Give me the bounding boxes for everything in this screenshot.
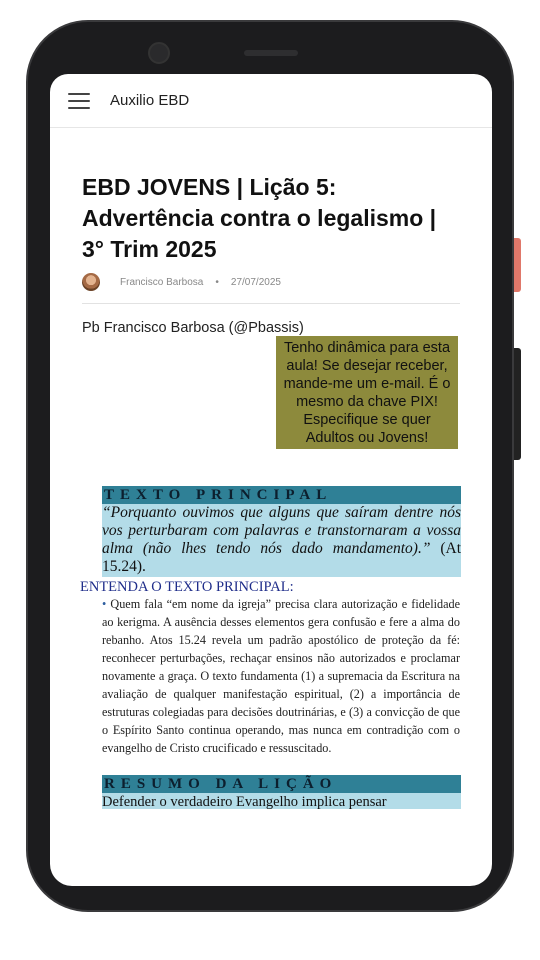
screen: Auxilio EBD EBD JOVENS | Lição 5: Advert… — [50, 74, 492, 886]
entenda-paragraph: Quem fala “em nome da igreja” precisa cl… — [102, 597, 460, 755]
entenda-title: ENTENDA O TEXTO PRINCIPAL: — [80, 579, 294, 595]
earpiece-speaker — [244, 50, 298, 56]
hamburger-menu-icon[interactable] — [68, 92, 90, 109]
article: EBD JOVENS | Lição 5: Advertência contra… — [50, 172, 492, 809]
volume-button — [514, 348, 521, 460]
app-title[interactable]: Auxilio EBD — [110, 92, 189, 109]
meta-separator: • — [215, 276, 219, 288]
texto-principal-heading: TEXTO PRINCIPAL — [102, 486, 461, 504]
quote-text: “Porquanto ouvimos que alguns que saíram… — [102, 504, 461, 557]
app-bar: Auxilio EBD — [50, 74, 492, 128]
author-name[interactable]: Francisco Barbosa — [120, 277, 203, 288]
texto-principal-block: TEXTO PRINCIPAL “Porquanto ouvimos que a… — [102, 486, 461, 577]
dinamica-callout: Tenho dinâmica para esta aula! Se deseja… — [276, 336, 458, 449]
post-date: 27/07/2025 — [230, 276, 281, 288]
power-button — [514, 238, 521, 292]
resumo-text: Defender o verdadeiro Evangelho implica … — [102, 793, 461, 809]
post-meta: Francisco Barbosa • 27/07/2025 — [82, 273, 460, 304]
bullet-icon: • — [102, 597, 107, 611]
front-camera — [148, 42, 170, 64]
post-title: EBD JOVENS | Lição 5: Advertência contra… — [82, 174, 437, 262]
texto-principal-quote: “Porquanto ouvimos que alguns que saíram… — [102, 504, 461, 577]
resumo-heading: RESUMO DA LIÇÃO — [102, 775, 461, 793]
author-avatar[interactable] — [82, 273, 100, 291]
byline: Pb Francisco Barbosa (@Pbassis) — [82, 320, 304, 336]
entenda-text: • Quem fala “em nome da igreja” precisa … — [102, 595, 460, 757]
resumo-block: RESUMO DA LIÇÃO Defender o verdadeiro Ev… — [102, 775, 461, 809]
